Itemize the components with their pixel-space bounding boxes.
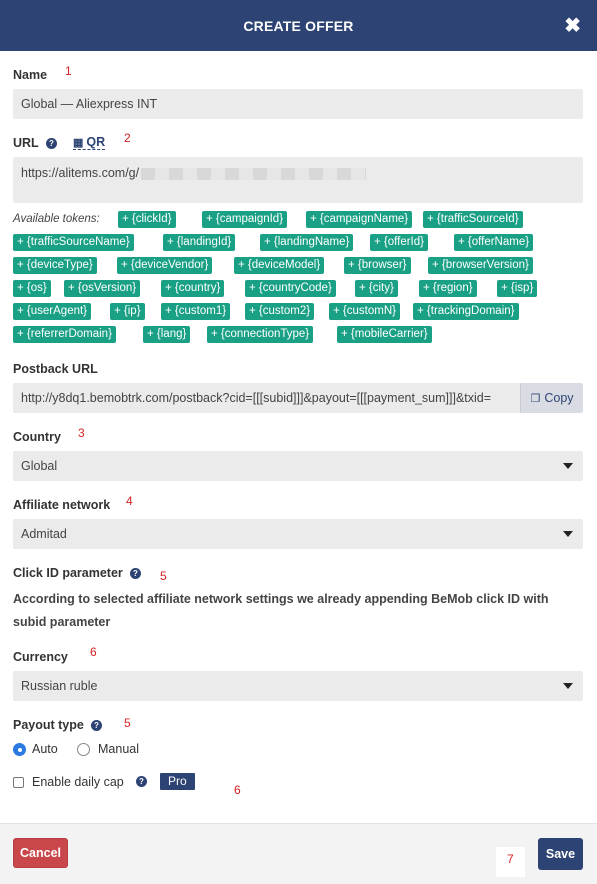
annotation-marker: 7 <box>507 852 514 866</box>
annotation-marker: 4 <box>126 494 133 508</box>
annotation-marker: 6 <box>90 645 97 659</box>
postback-label: Postback URL <box>13 362 98 376</box>
close-icon[interactable]: ✖ <box>564 16 581 36</box>
token-chip[interactable]: + {deviceModel} <box>234 257 325 274</box>
annotation-marker: 2 <box>124 131 131 145</box>
token-chip[interactable]: + {browser} <box>344 257 411 274</box>
country-select[interactable]: Global <box>13 451 583 481</box>
token-chip[interactable]: + {os} <box>13 280 51 297</box>
token-chip[interactable]: + {custom1} <box>161 303 231 320</box>
token-chip[interactable]: + {mobileCarrier} <box>337 326 432 343</box>
url-label: URL <box>13 136 39 150</box>
payout-auto-label: Auto <box>32 742 58 756</box>
payout-label: Payout type <box>13 718 84 732</box>
copy-label: Copy <box>544 391 574 405</box>
token-chip[interactable]: + {custom2} <box>245 303 315 320</box>
annotation-marker: 5 <box>124 716 131 730</box>
country-label: Country <box>13 430 61 444</box>
annotation-box: 7 <box>496 847 525 877</box>
modal-header: CREATE OFFER ✖ <box>0 0 597 51</box>
token-chip[interactable]: + {referrerDomain} <box>13 326 116 343</box>
name-value: Global — Aliexpress INT <box>21 97 158 111</box>
token-chip[interactable]: + {osVersion} <box>64 280 141 297</box>
currency-value: Russian ruble <box>21 679 98 693</box>
affiliate-select[interactable]: Admitad <box>13 519 583 549</box>
url-input[interactable]: https://alitems.com/g/ <box>13 157 583 203</box>
payout-manual-radio[interactable] <box>77 743 90 756</box>
annotation-marker: 3 <box>78 426 85 440</box>
annotation-marker: 6 <box>234 783 241 797</box>
affiliate-value: Admitad <box>21 527 67 541</box>
qr-label: QR <box>86 135 106 149</box>
name-label: Name <box>13 68 48 82</box>
token-chip[interactable]: + {connectionType} <box>207 326 314 343</box>
help-icon[interactable]: ? <box>130 568 141 579</box>
chevron-down-icon <box>563 463 573 469</box>
click-id-label: Click ID parameter <box>13 566 123 580</box>
help-icon[interactable]: ? <box>46 138 57 149</box>
name-input[interactable]: Global — Aliexpress INT <box>13 89 583 119</box>
token-chip[interactable]: + {landingId} <box>163 234 236 251</box>
token-chip[interactable]: + {userAgent} <box>13 303 92 320</box>
tokens-label: Available tokens: <box>13 213 100 225</box>
token-chip[interactable]: + {trafficSourceName} <box>13 234 134 251</box>
payout-manual-label: Manual <box>98 742 139 756</box>
postback-value: http://y8dq1.bemobtrk.com/postback?cid=[… <box>21 391 492 405</box>
annotation-marker: 1 <box>65 64 72 78</box>
token-chip[interactable]: + {region} <box>419 280 477 297</box>
currency-select[interactable]: Russian ruble <box>13 671 583 701</box>
url-value: https://alitems.com/g/ <box>21 166 140 180</box>
token-chip[interactable]: + {lang} <box>143 326 191 343</box>
token-chip[interactable]: + {browserVersion} <box>428 257 533 274</box>
country-value: Global <box>21 459 58 473</box>
copy-icon: ❐ <box>530 392 541 405</box>
token-chip[interactable]: + {countryCode} <box>245 280 336 297</box>
token-chip[interactable]: + {customN} <box>329 303 400 320</box>
qr-icon: ▦ <box>73 136 84 149</box>
token-chip[interactable]: + {country} <box>161 280 225 297</box>
redacted-url-part <box>141 168 367 180</box>
chevron-down-icon <box>563 531 573 537</box>
token-chip[interactable]: + {isp} <box>497 280 538 297</box>
token-chip[interactable]: + {offerId} <box>370 234 428 251</box>
postback-input[interactable]: http://y8dq1.bemobtrk.com/postback?cid=[… <box>13 383 583 413</box>
currency-label: Currency <box>13 650 68 664</box>
copy-button[interactable]: ❐ Copy <box>520 383 583 413</box>
token-chip[interactable]: + {clickId} <box>118 211 176 228</box>
token-chip[interactable]: + {campaignId} <box>202 211 288 228</box>
annotation-marker: 5 <box>160 569 167 583</box>
token-chip[interactable]: + {deviceType} <box>13 257 97 274</box>
modal-title: CREATE OFFER <box>243 17 354 34</box>
modal-footer: Cancel 7 Save <box>0 823 597 884</box>
daily-cap-label: Enable daily cap <box>32 775 124 789</box>
token-chip[interactable]: + {city} <box>355 280 398 297</box>
help-icon[interactable]: ? <box>91 720 102 731</box>
cancel-button[interactable]: Cancel <box>13 838 68 868</box>
token-chip[interactable]: + {campaignName} <box>306 211 413 228</box>
click-id-description: According to selected affiliate network … <box>13 592 549 629</box>
daily-cap-checkbox[interactable] <box>13 777 24 788</box>
affiliate-label: Affiliate network <box>13 498 111 512</box>
pro-badge: Pro <box>160 773 195 790</box>
save-button[interactable]: Save <box>538 838 583 870</box>
token-chip[interactable]: + {ip} <box>110 303 145 320</box>
token-chip[interactable]: + {trackingDomain} <box>413 303 519 320</box>
chevron-down-icon <box>563 683 573 689</box>
token-chip[interactable]: + {trafficSourceId} <box>423 211 523 228</box>
modal-body: Name 1 Global — Aliexpress INT URL ? ▦ Q… <box>0 51 597 823</box>
token-chip[interactable]: + {landingName} <box>260 234 354 251</box>
payout-auto-radio[interactable] <box>13 743 26 756</box>
qr-link[interactable]: ▦ QR <box>73 135 106 150</box>
token-chip[interactable]: + {offerName} <box>454 234 534 251</box>
help-icon[interactable]: ? <box>136 776 147 787</box>
token-chip[interactable]: + {deviceVendor} <box>117 257 213 274</box>
